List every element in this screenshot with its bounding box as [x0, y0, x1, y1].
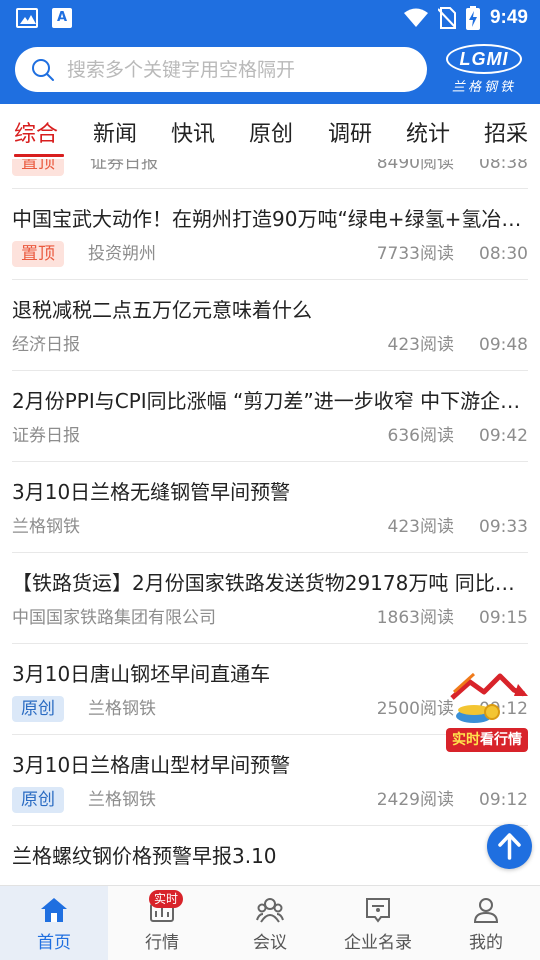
list-item[interactable]: 3月10日兰格无缝钢管早间预警 兰格钢铁 423阅读 09:33: [0, 462, 540, 553]
article-reads: 8490阅读: [376, 159, 454, 173]
article-title: 中国宝武大动作！在朔州打造90万吨“绿电+绿氢+氢冶金”项目: [12, 207, 528, 231]
tab-procurement[interactable]: 招采: [484, 116, 528, 148]
article-reads: 2500阅读: [376, 699, 454, 719]
article-meta: 置顶 投资朔州 7733阅读 08:30: [12, 241, 528, 267]
nav-meeting[interactable]: 会议: [216, 886, 324, 960]
tab-flash[interactable]: 快讯: [171, 116, 215, 148]
scroll-to-top-button[interactable]: [487, 824, 532, 869]
tab-comprehensive[interactable]: 综合: [14, 116, 58, 148]
article-time: 08:38: [479, 159, 528, 173]
status-bar-notifications: A: [16, 8, 72, 28]
tab-research[interactable]: 调研: [328, 116, 372, 148]
pinned-badge: 置顶: [12, 241, 64, 267]
article-meta: 原创 兰格钢铁 2429阅读 09:12: [12, 787, 528, 813]
article-source: 中国国家铁路集团有限公司: [12, 608, 216, 628]
gallery-notification-icon: [16, 8, 38, 28]
article-meta: 置顶 证券日报 8490阅读 08:38: [12, 159, 528, 176]
active-tab-indicator: [14, 154, 64, 157]
article-time: 09:48: [479, 335, 528, 355]
article-title: 2月份PPI与CPI同比涨幅 “剪刀差”进一步收窄 中下游企业经营压力有望缓解: [12, 389, 528, 413]
directory-icon: [366, 898, 390, 923]
article-title: 退税减税二点五万亿元意味着什么: [12, 298, 312, 322]
status-bar-system: 9:49: [403, 6, 528, 30]
list-item[interactable]: 兰格螺纹钢价格预警早报3.10: [0, 826, 540, 885]
wifi-icon: [403, 8, 428, 27]
original-badge: 原创: [12, 787, 64, 813]
status-bar: A 9:49: [0, 0, 540, 36]
article-source: 经济日报: [12, 335, 80, 355]
article-time: 09:33: [479, 517, 528, 537]
live-market-label: 实时看行情: [446, 728, 528, 752]
article-source: 兰格钢铁: [88, 699, 156, 719]
app-header: LGMI 兰格钢铁: [0, 36, 540, 104]
article-source: 证券日报: [12, 426, 80, 446]
article-meta: 兰格钢铁 423阅读 09:33: [12, 514, 528, 540]
article-time: 09:12: [479, 790, 528, 810]
tab-news[interactable]: 新闻: [93, 116, 137, 148]
nav-label: 我的: [469, 933, 503, 953]
article-reads: 2429阅读: [376, 790, 454, 810]
article-time: 08:30: [479, 244, 528, 264]
search-input[interactable]: [67, 47, 417, 92]
article-time: 09:42: [479, 426, 528, 446]
article-reads: 423阅读: [387, 335, 454, 355]
logo-text: 兰格钢铁: [451, 80, 516, 95]
brand-logo: LGMI 兰格钢铁: [442, 44, 526, 96]
list-item[interactable]: 退税减税二点五万亿元意味着什么 经济日报 423阅读 09:48: [0, 280, 540, 371]
home-icon: [41, 898, 67, 922]
tab-original[interactable]: 原创: [249, 116, 293, 148]
meeting-icon: [256, 898, 284, 923]
list-item[interactable]: 【铁路货运】2月份国家铁路发送货物29178万吨 同比增长 中国国家铁路集团有限…: [0, 553, 540, 644]
article-source: 兰格钢铁: [88, 790, 156, 810]
article-reads: 1863阅读: [376, 608, 454, 628]
article-time: 09:15: [479, 608, 528, 628]
article-list[interactable]: 置顶 证券日报 8490阅读 08:38 中国宝武大动作！在朔州打造90万吨“绿…: [0, 159, 540, 885]
view-market-label: 看行情: [480, 732, 522, 748]
nav-directory[interactable]: 企业名录: [324, 886, 432, 960]
profile-icon: [473, 898, 499, 923]
article-title: 3月10日兰格无缝钢管早间预警: [12, 480, 291, 504]
article-meta: 经济日报 423阅读 09:48: [12, 332, 528, 358]
list-item[interactable]: 中国宝武大动作！在朔州打造90万吨“绿电+绿氢+氢冶金”项目 置顶 投资朔州 7…: [0, 189, 540, 280]
category-tabs: 综合 新闻 快讯 原创 调研 统计 招采: [0, 104, 540, 159]
article-source: 证券日报: [90, 159, 158, 173]
article-source: 兰格钢铁: [12, 517, 80, 537]
article-title: 【铁路货运】2月份国家铁路发送货物29178万吨 同比增长: [12, 571, 528, 595]
search-bar[interactable]: [15, 47, 427, 92]
tab-statistics[interactable]: 统计: [406, 116, 450, 148]
no-sim-icon: [437, 7, 456, 29]
list-item[interactable]: 2月份PPI与CPI同比涨幅 “剪刀差”进一步收窄 中下游企业经营压力有望缓解 …: [0, 371, 540, 462]
live-label: 实时: [452, 732, 480, 748]
app-notification-icon: A: [52, 8, 72, 28]
nav-profile[interactable]: 我的: [432, 886, 540, 960]
battery-charging-icon: [465, 6, 480, 30]
nav-home[interactable]: 首页: [0, 886, 108, 960]
live-badge: 实时: [149, 890, 184, 908]
article-reads: 423阅读: [387, 517, 454, 537]
article-reads: 7733阅读: [376, 244, 454, 264]
article-title: 兰格螺纹钢价格预警早报3.10: [12, 844, 277, 868]
search-icon: [32, 59, 54, 81]
status-time: 9:49: [489, 7, 528, 28]
market-trend-icon: [450, 672, 528, 723]
nav-market[interactable]: 实时 行情: [108, 886, 216, 960]
nav-label: 会议: [253, 933, 287, 953]
logo-mark: LGMI: [446, 44, 522, 74]
live-market-float-button[interactable]: 实时看行情: [444, 668, 530, 754]
nav-label: 行情: [145, 933, 179, 953]
nav-label: 企业名录: [344, 933, 412, 953]
article-meta: 证券日报 636阅读 09:42: [12, 423, 528, 449]
nav-label: 首页: [37, 933, 71, 953]
article-meta: 中国国家铁路集团有限公司 1863阅读 09:15: [12, 605, 528, 631]
bottom-navigation: 首页 实时 行情 会议 企业名录 我的: [0, 885, 540, 960]
article-reads: 636阅读: [387, 426, 454, 446]
list-item[interactable]: 置顶 证券日报 8490阅读 08:38: [0, 159, 540, 189]
original-badge: 原创: [12, 696, 64, 722]
article-source: 投资朔州: [88, 244, 156, 264]
arrow-up-icon: [498, 833, 521, 860]
pinned-badge: 置顶: [12, 159, 64, 176]
